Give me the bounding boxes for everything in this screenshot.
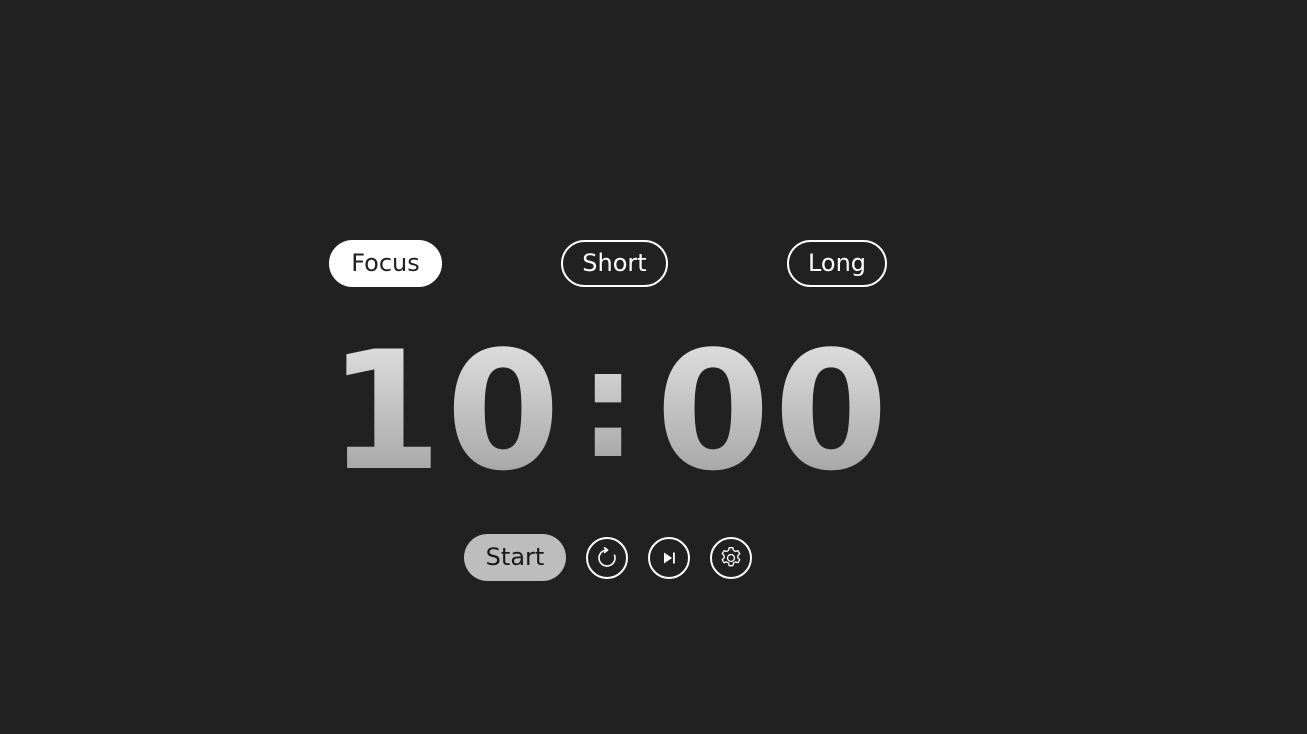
timer-seconds: 00	[656, 330, 892, 490]
pomodoro-app: Focus Short Long 10 : 00 Start	[0, 0, 1307, 734]
tab-long[interactable]: Long	[787, 240, 887, 287]
timer-separator: :	[578, 330, 638, 490]
tab-short[interactable]: Short	[561, 240, 668, 287]
reset-icon	[598, 547, 616, 567]
gear-icon	[721, 547, 741, 567]
timer-display: 10 : 00	[340, 330, 900, 490]
timer-minutes: 10	[340, 330, 564, 490]
skip-forward-icon	[664, 552, 675, 564]
skip-button[interactable]	[648, 537, 690, 579]
reset-button[interactable]	[586, 537, 628, 579]
tab-focus[interactable]: Focus	[329, 240, 442, 287]
settings-button[interactable]	[710, 537, 752, 579]
start-button[interactable]: Start	[464, 534, 566, 581]
